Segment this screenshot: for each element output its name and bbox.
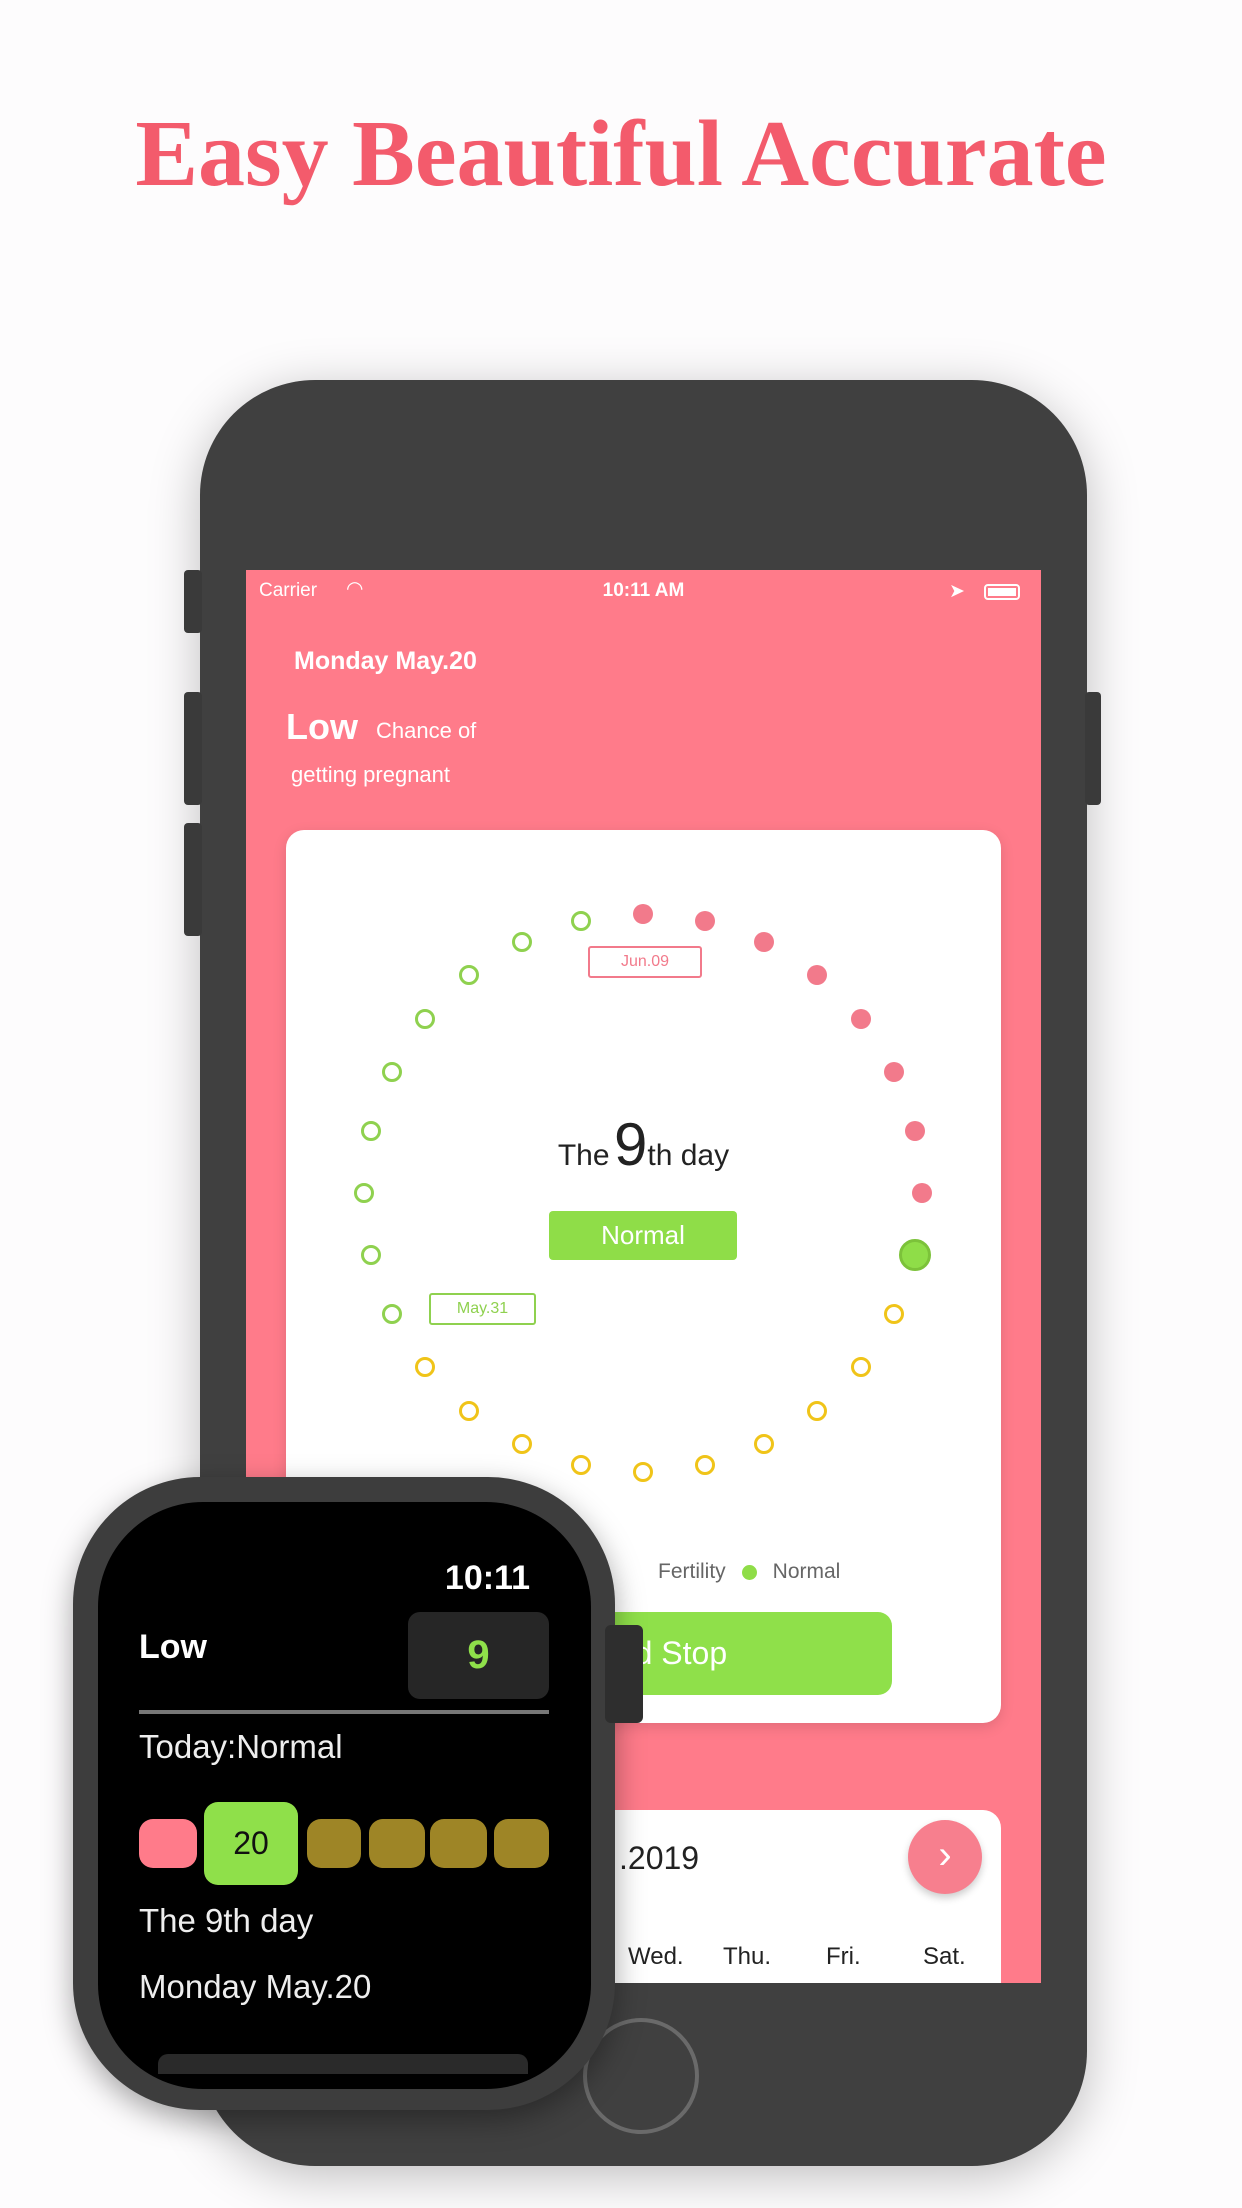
- cycle-dot-fertility[interactable]: [414, 1356, 435, 1377]
- cycle-dot-period[interactable]: [851, 1009, 872, 1030]
- battery-icon: [984, 584, 1020, 600]
- watch-date: Monday May.20: [139, 1968, 372, 2005]
- cycle-dot-period[interactable]: [754, 931, 775, 952]
- cycle-dot-fertility[interactable]: [633, 1462, 653, 1482]
- watch-frame: 10:11 Low 9 Today:Normal 20 The 9th day …: [73, 1477, 615, 2110]
- watch-day-pill: [430, 1819, 487, 1868]
- cycle-dot-fertility[interactable]: [695, 1455, 716, 1475]
- cycle-dot-fertility[interactable]: [884, 1304, 905, 1325]
- cycle-dot-period[interactable]: [633, 904, 653, 924]
- legend-fertility: Fertility: [658, 1560, 726, 1583]
- chevron-right-icon: ›: [938, 1833, 952, 1877]
- phone-volume-down: [184, 823, 202, 936]
- cycle-dot-normal[interactable]: [459, 964, 480, 985]
- status-time: 10:11 AM: [602, 580, 685, 601]
- cycle-dot-normal[interactable]: [381, 1304, 402, 1325]
- watch-today-pill: 20: [204, 1802, 298, 1885]
- watch-day-pill: [139, 1819, 197, 1868]
- current-date: Monday May.20: [294, 647, 477, 675]
- legend-normal: Normal: [772, 1560, 841, 1583]
- cycle-day-text: The 9th day: [286, 1110, 1001, 1179]
- watch-divider: [139, 1710, 549, 1714]
- legend: Fertility Normal: [658, 1560, 840, 1584]
- cycle-dot-normal[interactable]: [570, 910, 591, 931]
- calendar-month: .2019: [619, 1840, 700, 1876]
- watch-day-pill: [369, 1819, 425, 1868]
- cycle-dot-fertility[interactable]: [754, 1434, 775, 1455]
- date-tag-top: Jun.09: [588, 946, 702, 978]
- watch-level: Low: [139, 1628, 207, 1666]
- cycle-dot-fertility[interactable]: [511, 1434, 532, 1455]
- date-tag-left: May.31: [429, 1293, 536, 1325]
- cycle-dot-normal[interactable]: [360, 1245, 381, 1266]
- location-icon: ➤: [949, 581, 965, 602]
- day-number: 9: [614, 1111, 648, 1178]
- cycle-dot-normal[interactable]: [511, 931, 532, 952]
- cycle-dot-normal[interactable]: [354, 1183, 374, 1203]
- cycle-dot-fertility[interactable]: [570, 1455, 591, 1475]
- chance-level: Low: [286, 706, 358, 747]
- watch-today-status: Today:Normal: [139, 1728, 343, 1765]
- weekday-wed: Wed.: [628, 1943, 684, 1970]
- day-prefix: The: [557, 1139, 610, 1172]
- cycle-dot-fertility[interactable]: [459, 1401, 480, 1422]
- watch-bottom-bar: [158, 2054, 528, 2074]
- watch-day-box: 9: [408, 1612, 549, 1699]
- cycle-dot-period[interactable]: [884, 1061, 905, 1082]
- watch-screen: 10:11 Low 9 Today:Normal 20 The 9th day …: [98, 1502, 591, 2089]
- weekday-sat: Sat.: [923, 1943, 966, 1970]
- weekday-thu: Thu.: [723, 1943, 772, 1970]
- phone-power-button: [1085, 692, 1101, 805]
- cycle-dot-normal[interactable]: [381, 1061, 402, 1082]
- watch-time: 10:11: [444, 1559, 530, 1597]
- watch-day-pill: [307, 1819, 361, 1868]
- headline: Easy Beautiful Accurate: [135, 102, 1107, 206]
- next-month-button[interactable]: ›: [908, 1820, 982, 1894]
- cycle-dot-period[interactable]: [695, 910, 716, 931]
- cycle-dot-fertility[interactable]: [851, 1356, 872, 1377]
- watch-day-text: The 9th day: [139, 1902, 314, 1939]
- status-badge: Normal: [549, 1211, 737, 1260]
- weekday-fri: Fri.: [826, 1943, 861, 1970]
- cycle-dot-period[interactable]: [912, 1183, 932, 1203]
- watch-crown[interactable]: [605, 1625, 643, 1723]
- chance-text-2: getting pregnant: [291, 762, 451, 787]
- phone-mute-switch: [184, 570, 202, 633]
- legend-normal-dot: [741, 1564, 757, 1580]
- cycle-dot-period[interactable]: [806, 964, 827, 985]
- cycle-dot-today[interactable]: [899, 1239, 931, 1272]
- chance-text: Chance of: [376, 718, 477, 743]
- phone-volume-up: [184, 692, 202, 805]
- cycle-dot-fertility[interactable]: [806, 1401, 827, 1422]
- day-suffix: th day: [647, 1139, 730, 1172]
- cycle-dot-normal[interactable]: [414, 1009, 435, 1030]
- watch-day-pill: [494, 1819, 549, 1868]
